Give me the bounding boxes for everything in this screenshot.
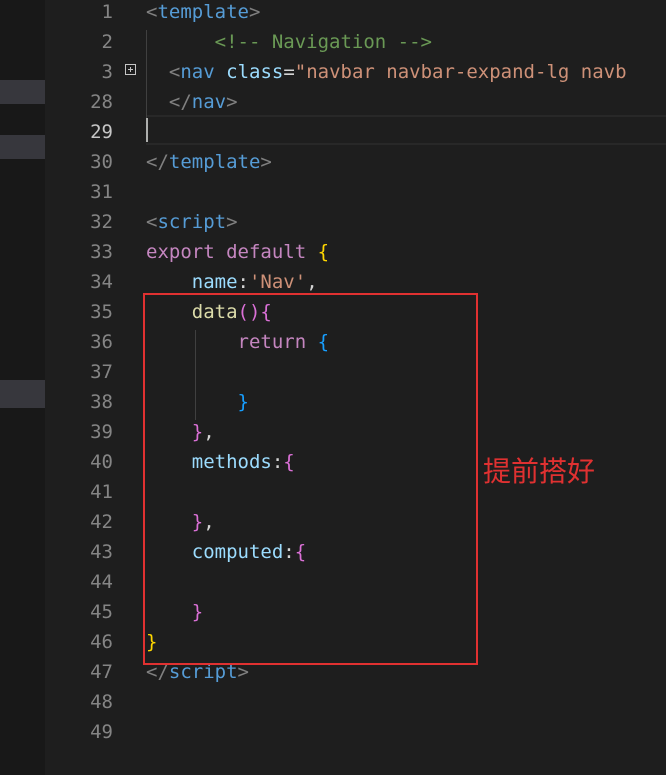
line-number: 44: [90, 571, 113, 593]
side-panel: [0, 0, 45, 775]
code-token: script: [157, 211, 227, 233]
line-number: 47: [90, 661, 113, 683]
line-number: 31: [90, 181, 113, 203]
code-line[interactable]: </nav>: [146, 87, 238, 117]
line-number: 32: [90, 211, 113, 233]
line-number-gutter: 1 2 3 28 29 30 31 32 33 34 35 36 37 38 39 40 41 42 43 44 45 4…: [45, 0, 141, 775]
code-line[interactable]: <!-- Navigation -->: [146, 27, 432, 57]
line-number: 42: [90, 511, 113, 533]
code-token: >: [248, 1, 261, 23]
side-panel-row[interactable]: [0, 135, 45, 159]
line-number: 49: [90, 721, 113, 743]
code-line[interactable]: <template>: [146, 0, 260, 27]
line-number: 33: [90, 241, 113, 263]
annotation-highlight-box: [143, 293, 478, 665]
line-number: 48: [90, 691, 113, 713]
code-token: <: [168, 61, 181, 83]
line-number: 30: [90, 151, 113, 173]
plus-square-icon[interactable]: [125, 64, 136, 75]
code-token: >: [260, 151, 272, 173]
code-token: template: [157, 1, 249, 23]
code-line[interactable]: </template>: [146, 147, 272, 177]
line-number: 40: [90, 451, 113, 473]
line-number: 38: [90, 391, 113, 413]
code-token: </: [168, 91, 192, 113]
code-token: <: [146, 1, 158, 23]
code-token: class: [226, 61, 284, 83]
text-cursor: [146, 118, 148, 142]
code-line[interactable]: export default {: [146, 237, 329, 267]
annotation-label: 提前搭好: [483, 455, 596, 488]
code-token: {: [317, 241, 330, 263]
line-number: 41: [90, 481, 113, 503]
code-token: default: [226, 241, 307, 263]
code-editor[interactable]: 1 2 3 28 29 30 31 32 33 34 35 36 37 38 39 40 41 42 43 44 45 4…: [0, 0, 666, 775]
code-token: :: [237, 271, 249, 293]
code-token: >: [226, 91, 238, 113]
line-number: 45: [90, 601, 113, 623]
line-number: 2: [101, 31, 113, 53]
code-token: template: [168, 151, 261, 173]
line-number: 28: [90, 91, 113, 113]
code-token: nav: [180, 61, 215, 83]
code-token: "navbar navbar-expand-lg navb: [294, 61, 627, 83]
code-token: <!-- Navigation -->: [146, 31, 432, 53]
line-number: 36: [90, 331, 113, 353]
code-token: =: [283, 61, 295, 83]
code-token: >: [226, 211, 238, 233]
code-line[interactable]: <nav class="navbar navbar-expand-lg navb: [146, 57, 627, 87]
code-token: 'Nav': [248, 271, 307, 293]
line-number: 35: [90, 301, 113, 323]
line-number: 43: [90, 541, 113, 563]
line-number: 1: [101, 1, 113, 23]
side-panel-row[interactable]: [0, 80, 45, 104]
code-token: </: [146, 151, 169, 173]
line-number: 46: [90, 631, 113, 653]
line-number: 37: [90, 361, 113, 383]
line-number: 29: [90, 121, 113, 143]
code-token: nav: [191, 91, 227, 113]
line-number: 34: [90, 271, 113, 293]
code-token: name: [191, 271, 238, 293]
code-line[interactable]: <script>: [146, 207, 238, 237]
line-number: 39: [90, 421, 113, 443]
code-token: export: [146, 241, 215, 263]
side-panel-row[interactable]: [0, 380, 45, 408]
code-token: <: [146, 211, 158, 233]
line-number: 3: [101, 61, 113, 83]
code-token: ,: [306, 271, 318, 293]
